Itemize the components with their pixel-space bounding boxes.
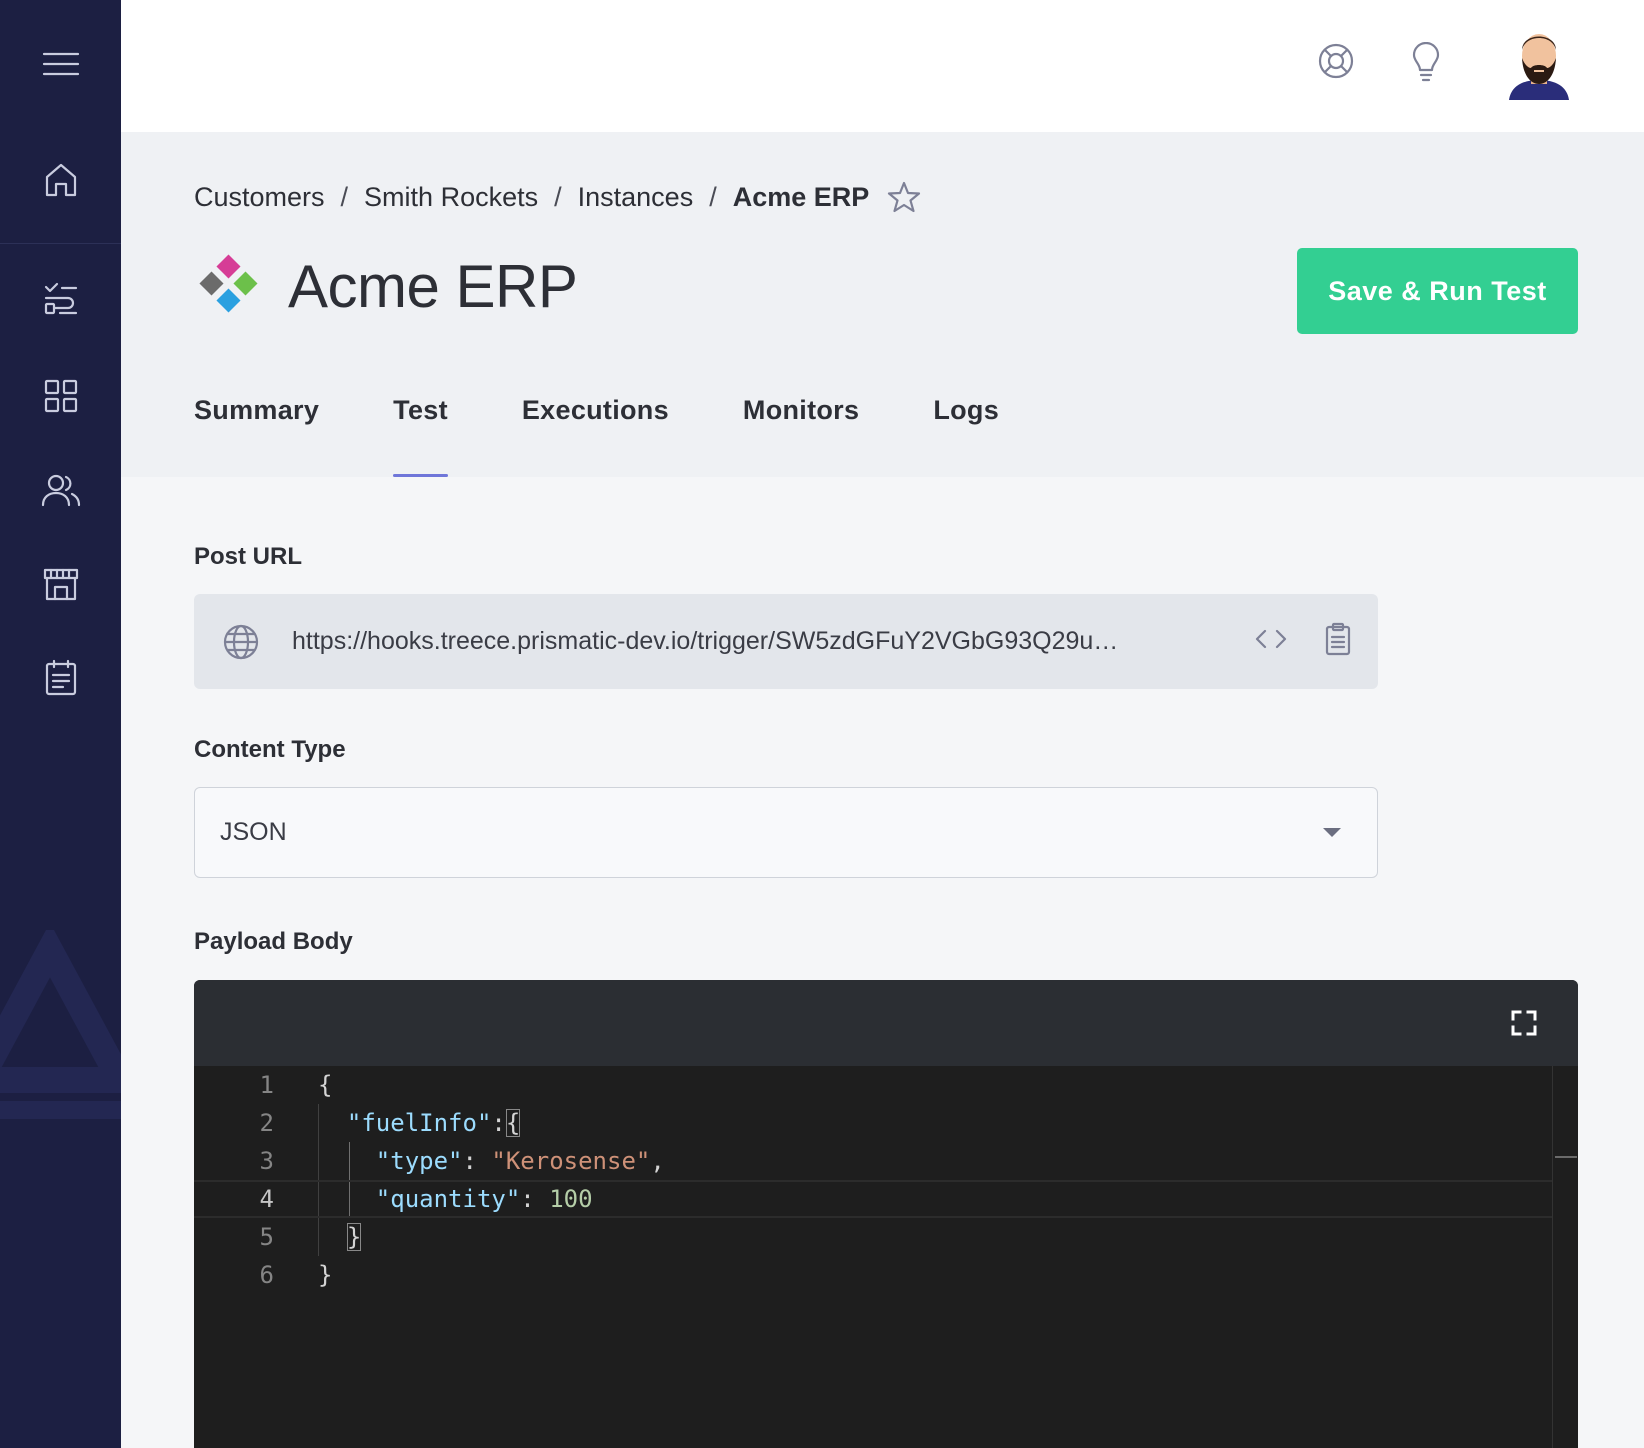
tab-test[interactable]: Test — [393, 395, 448, 477]
code-text: "quantity": 100 — [375, 1185, 593, 1213]
editor-toolbar — [194, 980, 1578, 1066]
code-line: 3 "type": "Kerosense", — [194, 1142, 1552, 1180]
store-icon — [43, 568, 78, 601]
sidebar-divider — [0, 243, 121, 244]
line-number: 6 — [259, 1261, 274, 1289]
avatar-image — [1509, 34, 1569, 100]
integration-logo-icon — [199, 253, 258, 313]
code-area[interactable]: 1 { 2 "fuelInfo":{ 3 "type": "Kerosense"… — [194, 1066, 1552, 1448]
tab-executions[interactable]: Executions — [522, 395, 669, 477]
code-line: 6 } — [194, 1256, 1552, 1294]
payload-body-label: Payload Body — [194, 928, 353, 955]
breadcrumb-smith-rockets[interactable]: Smith Rockets — [364, 182, 538, 213]
editor-scrollbar[interactable] — [1552, 1066, 1578, 1448]
line-number: 5 — [259, 1223, 274, 1251]
line-number: 4 — [259, 1185, 274, 1213]
marketplace-grid-icon — [44, 379, 77, 413]
top-bar — [121, 0, 1644, 132]
integrations-icon — [44, 282, 77, 315]
tab-monitors[interactable]: Monitors — [743, 395, 859, 477]
nav-logs[interactable] — [0, 650, 121, 706]
content-type-label: Content Type — [194, 736, 346, 763]
content-type-value: JSON — [220, 818, 287, 846]
post-url-field: https://hooks.treece.prismatic-dev.io/tr… — [194, 594, 1378, 689]
code-text: { — [318, 1071, 333, 1099]
breadcrumb: Customers / Smith Rockets / Instances / … — [194, 180, 921, 214]
code-text: } — [318, 1261, 333, 1289]
post-url-value[interactable]: https://hooks.treece.prismatic-dev.io/tr… — [292, 627, 1197, 656]
menu-button[interactable] — [0, 38, 121, 90]
nav-customers[interactable] — [0, 462, 121, 518]
brand-watermark — [0, 922, 121, 1125]
breadcrumb-customers[interactable]: Customers — [194, 182, 325, 213]
tab-bar: Summary Test Executions Monitors Logs — [194, 395, 999, 477]
expand-icon — [1511, 1010, 1537, 1036]
copy-url-button[interactable] — [1324, 622, 1352, 661]
fullscreen-button[interactable] — [1510, 1009, 1538, 1042]
breadcrumb-separator: / — [554, 181, 562, 212]
nav-marketplace[interactable] — [0, 368, 121, 424]
line-number: 2 — [259, 1109, 274, 1137]
line-number: 3 — [259, 1147, 274, 1175]
scroll-position-marker — [1555, 1156, 1577, 1158]
code-line-current: 4 "quantity": 100 — [194, 1180, 1552, 1218]
lightbulb-icon — [1412, 41, 1440, 82]
logs-clipboard-icon — [45, 659, 76, 696]
content-type-select[interactable]: JSON — [194, 787, 1378, 878]
breadcrumb-separator: / — [340, 181, 349, 212]
page-title: Acme ERP — [288, 253, 578, 320]
menu-icon — [42, 52, 79, 76]
code-line: 2 "fuelInfo":{ — [194, 1104, 1552, 1142]
user-avatar[interactable] — [1507, 24, 1571, 107]
embed-code-button[interactable] — [1254, 627, 1288, 656]
code-line: 1 { — [194, 1066, 1552, 1104]
breadcrumb-separator: / — [709, 181, 717, 212]
post-url-label: Post URL — [194, 543, 302, 570]
nav-home[interactable] — [0, 152, 121, 208]
save-and-run-test-button[interactable]: Save & Run Test — [1297, 248, 1578, 334]
home-icon — [45, 163, 76, 197]
code-text: "fuelInfo":{ — [346, 1109, 521, 1137]
code-text: } — [346, 1223, 362, 1251]
globe-icon — [222, 623, 260, 661]
help-lifebuoy-icon — [1318, 43, 1354, 79]
clipboard-icon — [1325, 622, 1351, 656]
line-number: 1 — [259, 1071, 274, 1099]
nav-store[interactable] — [0, 556, 121, 612]
customers-icon — [41, 474, 80, 507]
sidebar — [0, 0, 121, 1448]
help-button[interactable] — [1317, 42, 1355, 85]
tab-summary[interactable]: Summary — [194, 395, 319, 477]
breadcrumb-current: Acme ERP — [732, 181, 870, 212]
page-title-row: Acme ERP — [196, 252, 578, 321]
star-icon — [888, 181, 921, 213]
code-text: "type": "Kerosense", — [375, 1147, 665, 1175]
payload-editor[interactable]: 1 { 2 "fuelInfo":{ 3 "type": "Kerosense"… — [194, 980, 1578, 1448]
chevron-down-icon — [1323, 828, 1341, 837]
tab-logs[interactable]: Logs — [933, 395, 999, 477]
code-line: 5 } — [194, 1218, 1552, 1256]
code-brackets-icon — [1255, 629, 1287, 649]
nav-integrations[interactable] — [0, 272, 121, 328]
favorite-button[interactable] — [887, 180, 921, 214]
brand-watermark-icon — [0, 922, 121, 1119]
tips-button[interactable] — [1411, 41, 1441, 87]
breadcrumb-instances[interactable]: Instances — [578, 182, 694, 213]
